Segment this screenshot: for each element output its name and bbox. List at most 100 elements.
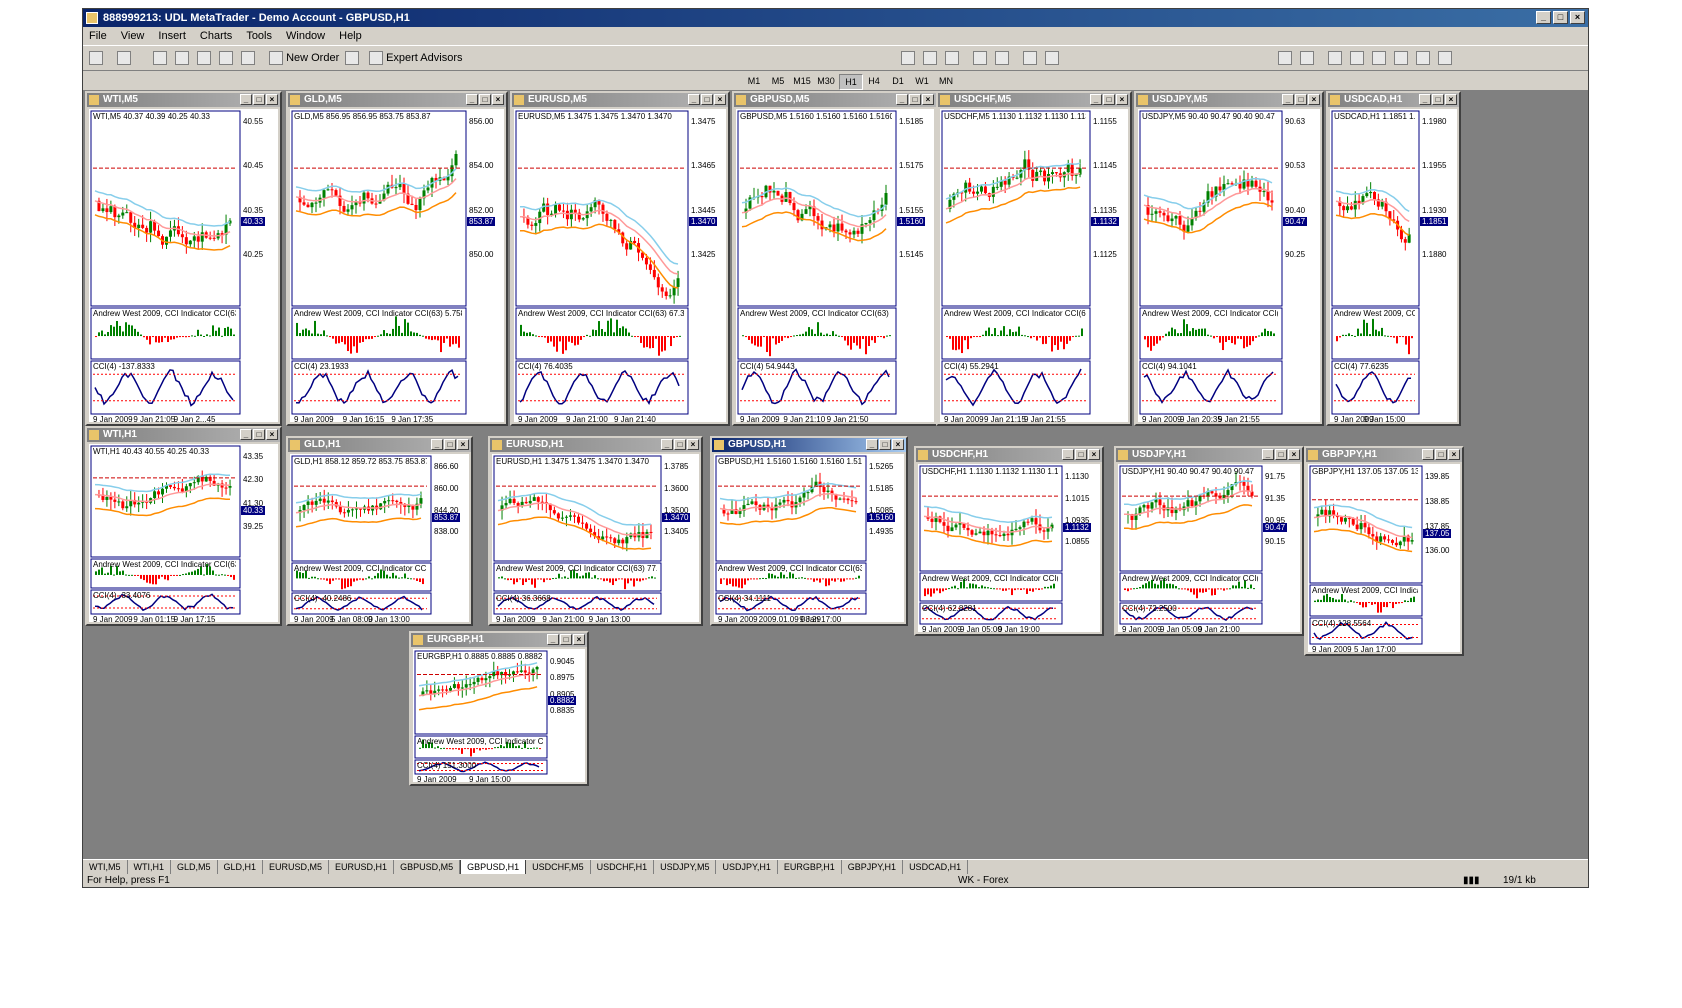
chart-maximize-button[interactable]: □ xyxy=(479,94,491,105)
chart-window[interactable]: EURUSD,H1 _ □ × EURUSD,H1 1.3475 1.3475 … xyxy=(488,436,703,626)
chart-titlebar[interactable]: GBPJPY,H1 _ □ × xyxy=(1306,448,1462,462)
chart-close-button[interactable]: × xyxy=(492,94,504,105)
auto-scroll-icon[interactable] xyxy=(1023,50,1037,66)
chart-pane[interactable]: USDJPY,H1 90.40 90.47 90.40 90.47 91.75 91… xyxy=(1118,464,1300,634)
profiles-icon[interactable] xyxy=(117,50,131,66)
zoom-in-icon[interactable] xyxy=(973,50,987,66)
chart-shift-icon[interactable] xyxy=(1045,50,1059,66)
chart-minimize-button[interactable]: _ xyxy=(1282,94,1294,105)
terminal-icon[interactable] xyxy=(219,50,233,66)
timeframe-d1[interactable]: D1 xyxy=(887,74,909,88)
chart-tab[interactable]: WTI,M5 xyxy=(83,860,128,875)
trendline-icon[interactable] xyxy=(1372,50,1386,66)
market-watch-icon[interactable] xyxy=(153,50,167,66)
chart-close-button[interactable]: × xyxy=(1308,94,1320,105)
chart-minimize-button[interactable]: _ xyxy=(661,439,673,450)
chart-tab[interactable]: USDCAD,H1 xyxy=(903,860,969,875)
timeframe-h4[interactable]: H4 xyxy=(863,74,885,88)
chart-titlebar[interactable]: EURUSD,H1 _ □ × xyxy=(490,438,701,452)
menu-help[interactable]: Help xyxy=(339,27,362,45)
chart-minimize-button[interactable]: _ xyxy=(431,439,443,450)
chart-window[interactable]: USDCAD,H1 _ □ × USDCAD,H1 1.1851 1.185 1.… xyxy=(1326,91,1461,426)
chart-close-button[interactable]: × xyxy=(266,94,278,105)
chart-window[interactable]: USDCHF,H1 _ □ × USDCHF,H1 1.1130 1.1132 … xyxy=(914,446,1104,636)
chart-titlebar[interactable]: USDJPY,M5 _ □ × xyxy=(1136,93,1322,107)
timeframe-h1[interactable]: H1 xyxy=(839,74,863,90)
chart-pane[interactable]: EURUSD,H1 1.3475 1.3475 1.3470 1.3470 1.3… xyxy=(492,454,699,624)
arrows-icon[interactable] xyxy=(1438,50,1452,66)
chart-window[interactable]: WTI,M5 _ □ × WTI,M5 40.37 40.39 40.25 40… xyxy=(85,91,282,426)
chart-close-button[interactable]: × xyxy=(457,439,469,450)
chart-close-button[interactable]: × xyxy=(1445,94,1457,105)
menu-insert[interactable]: Insert xyxy=(158,27,186,45)
chart-window[interactable]: USDJPY,M5 _ □ × USDJPY,M5 90.40 90.47 90… xyxy=(1134,91,1324,426)
timeframe-m5[interactable]: M5 xyxy=(767,74,789,88)
price-chart[interactable] xyxy=(940,109,1132,426)
chart-titlebar[interactable]: WTI,M5 _ □ × xyxy=(87,93,280,107)
chart-pane[interactable]: GBPUSD,M5 1.5160 1.5160 1.5160 1.5160 1.5… xyxy=(736,109,934,424)
chart-tab[interactable]: GBPJPY,H1 xyxy=(842,860,904,875)
chart-close-button[interactable]: × xyxy=(1116,94,1128,105)
chart-minimize-button[interactable]: _ xyxy=(547,634,559,645)
price-chart[interactable] xyxy=(736,109,938,426)
chart-pane[interactable]: WTI,H1 40.43 40.55 40.25 40.33 43.35 42.30… xyxy=(89,444,278,624)
chart-tab[interactable]: GBPUSD,M5 xyxy=(394,860,461,875)
timeframe-w1[interactable]: W1 xyxy=(911,74,933,88)
chart-minimize-button[interactable]: _ xyxy=(466,94,478,105)
chart-pane[interactable]: GLD,M5 856.95 856.95 853.75 853.87 856.00… xyxy=(290,109,504,424)
chart-titlebar[interactable]: GBPUSD,H1 _ □ × xyxy=(712,438,906,452)
horizontal-line-icon[interactable] xyxy=(1350,50,1364,66)
chart-window[interactable]: GBPUSD,M5 _ □ × GBPUSD,M5 1.5160 1.5160 … xyxy=(732,91,938,426)
chart-titlebar[interactable]: USDCAD,H1 _ □ × xyxy=(1328,93,1459,107)
crosshair-icon[interactable] xyxy=(1300,50,1314,66)
menu-window[interactable]: Window xyxy=(286,27,325,45)
new-chart-icon[interactable] xyxy=(89,50,103,66)
chart-pane[interactable]: GLD,H1 858.12 859.72 853.75 853.87 866.60… xyxy=(290,454,469,624)
chart-titlebar[interactable]: GLD,H1 _ □ × xyxy=(288,438,471,452)
text-label-icon[interactable] xyxy=(1416,50,1430,66)
timeframe-mn[interactable]: MN xyxy=(935,74,957,88)
chart-maximize-button[interactable]: □ xyxy=(1103,94,1115,105)
maximize-button[interactable]: □ xyxy=(1553,11,1568,24)
zoom-out-icon[interactable] xyxy=(995,50,1009,66)
chart-window[interactable]: USDJPY,H1 _ □ × USDJPY,H1 90.40 90.47 90… xyxy=(1114,446,1304,636)
price-chart[interactable] xyxy=(1138,109,1324,426)
chart-maximize-button[interactable]: □ xyxy=(1275,449,1287,460)
chart-tab[interactable]: WTI,H1 xyxy=(128,860,171,875)
chart-window[interactable]: GBPJPY,H1 _ □ × GBPJPY,H1 137.05 137.05 … xyxy=(1304,446,1464,656)
chart-close-button[interactable]: × xyxy=(573,634,585,645)
chart-tab[interactable]: EURUSD,H1 xyxy=(329,860,395,875)
chart-maximize-button[interactable]: □ xyxy=(701,94,713,105)
chart-minimize-button[interactable]: _ xyxy=(1090,94,1102,105)
timeframe-m15[interactable]: M15 xyxy=(791,74,813,88)
chart-minimize-button[interactable]: _ xyxy=(1419,94,1431,105)
candlestick-icon[interactable] xyxy=(923,50,937,66)
chart-maximize-button[interactable]: □ xyxy=(1075,449,1087,460)
chart-pane[interactable]: USDCHF,M5 1.1130 1.1132 1.1130 1.1132 1.1… xyxy=(940,109,1128,424)
chart-pane[interactable]: WTI,M5 40.37 40.39 40.25 40.33 40.55 40.45… xyxy=(89,109,278,424)
price-chart[interactable] xyxy=(1330,109,1461,426)
chart-tab[interactable]: GLD,M5 xyxy=(171,860,218,875)
chart-titlebar[interactable]: USDJPY,H1 _ □ × xyxy=(1116,448,1302,462)
timeframe-m30[interactable]: M30 xyxy=(815,74,837,88)
new-order-button[interactable]: New Order xyxy=(269,50,339,66)
chart-minimize-button[interactable]: _ xyxy=(240,94,252,105)
chart-close-button[interactable]: × xyxy=(714,94,726,105)
price-chart[interactable] xyxy=(514,109,730,426)
text-icon[interactable] xyxy=(1394,50,1408,66)
chart-tab[interactable]: GLD,H1 xyxy=(218,860,264,875)
chart-minimize-button[interactable]: _ xyxy=(688,94,700,105)
price-chart[interactable] xyxy=(290,109,508,426)
chart-tab[interactable]: EURUSD,M5 xyxy=(263,860,330,875)
chart-maximize-button[interactable]: □ xyxy=(1432,94,1444,105)
chart-tab[interactable]: USDCHF,M5 xyxy=(526,860,591,875)
menu-tools[interactable]: Tools xyxy=(246,27,272,45)
chart-maximize-button[interactable]: □ xyxy=(909,94,921,105)
chart-titlebar[interactable]: USDCHF,H1 _ □ × xyxy=(916,448,1102,462)
chart-tab[interactable]: USDCHF,H1 xyxy=(591,860,655,875)
chart-window[interactable]: GBPUSD,H1 _ □ × GBPUSD,H1 1.5160 1.5160 … xyxy=(710,436,908,626)
chart-window[interactable]: EURGBP,H1 _ □ × EURGBP,H1 0.8885 0.8885 … xyxy=(409,631,589,786)
chart-close-button[interactable]: × xyxy=(1088,449,1100,460)
chart-tab[interactable]: USDJPY,H1 xyxy=(716,860,778,875)
chart-titlebar[interactable]: EURGBP,H1 _ □ × xyxy=(411,633,587,647)
